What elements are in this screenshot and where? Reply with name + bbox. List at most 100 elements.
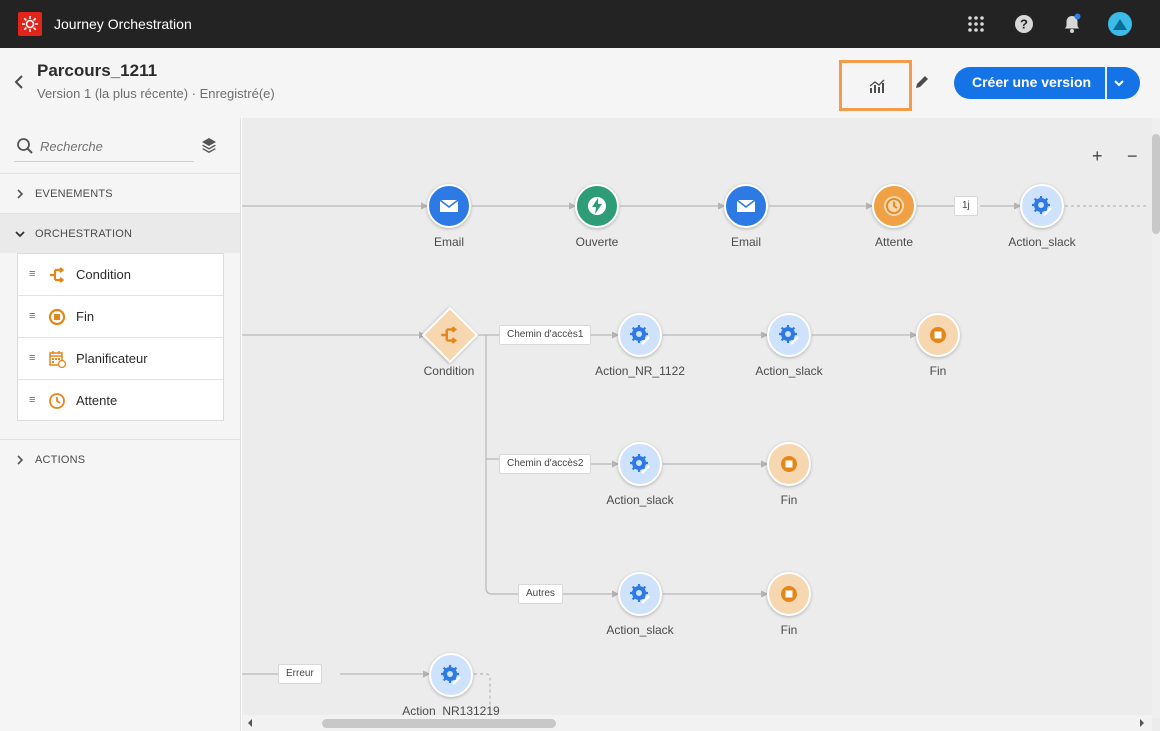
node-label: Condition — [423, 364, 475, 378]
wait-icon — [49, 393, 65, 409]
journey-title: Parcours_1211 — [37, 61, 158, 80]
adobe-logo-icon[interactable] — [18, 12, 42, 36]
journey-node-action[interactable] — [429, 653, 473, 697]
horizontal-scroll-thumb[interactable] — [322, 719, 556, 728]
report-button[interactable] — [839, 60, 912, 111]
svg-text:?: ? — [1020, 17, 1028, 32]
journey-node-action[interactable] — [767, 313, 811, 357]
condition-icon — [441, 326, 458, 344]
journey-node-end[interactable] — [916, 313, 960, 357]
node-label: Action_NR_1122 — [595, 364, 685, 378]
user-avatar-icon[interactable] — [1108, 12, 1132, 36]
search-box — [14, 130, 194, 162]
journey-node-action[interactable] — [1020, 184, 1064, 228]
chevron-right-icon — [17, 455, 24, 465]
drag-handle-icon[interactable]: ≡ — [29, 310, 35, 322]
app-title: Journey Orchestration — [54, 16, 192, 32]
end-icon — [930, 327, 946, 343]
email-icon — [736, 199, 756, 212]
action-gear-icon — [1032, 196, 1052, 216]
node-label: Email — [730, 235, 761, 249]
back-chevron-icon[interactable] — [12, 74, 26, 90]
journey-node-opened[interactable] — [575, 184, 619, 228]
action-gear-icon — [441, 665, 461, 685]
notifications-bell-icon[interactable] — [1060, 12, 1084, 36]
apps-grid-icon[interactable] — [964, 12, 988, 36]
journey-canvas[interactable]: + − Email Ouverte Email Attente 1j Actio… — [242, 118, 1160, 731]
help-icon[interactable]: ? — [1012, 12, 1036, 36]
journey-node-end[interactable] — [767, 572, 811, 616]
scroll-left-arrow-icon[interactable] — [246, 719, 254, 727]
wait-duration-pill[interactable]: 1j — [954, 196, 978, 216]
node-label: Email — [433, 235, 464, 249]
node-label: Action_slack — [755, 364, 823, 378]
action-gear-icon — [630, 584, 650, 604]
section-events-label: EVENEMENTS — [35, 188, 113, 200]
node-label: Action_slack — [606, 493, 674, 507]
journey-node-action[interactable] — [618, 572, 662, 616]
condition-path-pill[interactable]: Chemin d'accès1 — [499, 325, 592, 345]
section-actions-label: ACTIONS — [35, 454, 86, 466]
activity-palette-sidebar: EVENEMENTS ORCHESTRATION ≡ Condition ≡ F… — [0, 118, 241, 731]
node-label: Attente — [874, 235, 914, 249]
layers-icon[interactable] — [200, 136, 218, 154]
journey-node-email[interactable] — [427, 184, 471, 228]
cta-divider — [1105, 67, 1107, 99]
journey-node-action[interactable] — [618, 313, 662, 357]
node-label: Fin — [780, 493, 798, 507]
palette-item-label: Planificateur — [76, 351, 148, 366]
horizontal-scrollbar[interactable] — [242, 715, 1152, 731]
scheduler-icon — [49, 351, 66, 368]
action-gear-icon — [779, 325, 799, 345]
search-icon — [16, 137, 34, 155]
wait-icon — [884, 196, 904, 216]
node-label: Fin — [780, 623, 798, 637]
end-icon — [781, 586, 797, 602]
node-label: Ouverte — [575, 235, 619, 249]
section-actions[interactable]: ACTIONS — [0, 439, 240, 479]
section-events[interactable]: EVENEMENTS — [0, 173, 240, 213]
palette-item-label: Attente — [76, 393, 118, 408]
search-input[interactable] — [40, 136, 190, 156]
end-icon — [781, 456, 797, 472]
orchestration-items-list: ≡ Condition ≡ Fin ≡ Planificateur ≡ Atte… — [17, 253, 224, 421]
scroll-right-arrow-icon[interactable] — [1138, 719, 1146, 727]
journey-node-wait[interactable] — [872, 184, 916, 228]
action-gear-icon — [630, 454, 650, 474]
top-navigation-bar: Journey Orchestration ? — [0, 0, 1160, 48]
condition-icon — [50, 267, 65, 283]
end-icon — [48, 308, 66, 326]
edit-pencil-icon[interactable] — [912, 72, 932, 92]
journey-version-status: Version 1 (la plus récente) · Enregistré… — [37, 86, 275, 101]
journey-node-action[interactable] — [618, 442, 662, 486]
chevron-right-icon — [17, 189, 24, 199]
create-version-button[interactable]: Créer une version — [954, 67, 1140, 99]
vertical-scrollbar[interactable] — [1152, 118, 1160, 718]
drag-handle-icon[interactable]: ≡ — [29, 268, 35, 280]
journey-node-email[interactable] — [724, 184, 768, 228]
create-version-label: Créer une version — [972, 74, 1092, 90]
node-label: Fin — [929, 364, 947, 378]
drag-handle-icon[interactable]: ≡ — [29, 352, 35, 364]
event-lightning-icon — [588, 197, 606, 215]
condition-path-pill[interactable]: Autres — [518, 584, 563, 604]
vertical-scroll-thumb[interactable] — [1152, 134, 1160, 234]
section-orchestration[interactable]: ORCHESTRATION — [0, 213, 240, 253]
palette-item-end[interactable]: ≡ Fin — [18, 296, 223, 338]
journey-header: Parcours_1211 Version 1 (la plus récente… — [0, 48, 1160, 118]
chevron-down-icon[interactable] — [1111, 75, 1127, 91]
journey-node-end[interactable] — [767, 442, 811, 486]
section-orchestration-label: ORCHESTRATION — [35, 228, 133, 240]
email-icon — [439, 199, 459, 212]
palette-item-label: Fin — [76, 309, 95, 324]
palette-item-label: Condition — [76, 267, 131, 282]
drag-handle-icon[interactable]: ≡ — [29, 394, 35, 406]
chevron-down-icon — [15, 231, 25, 238]
palette-item-scheduler[interactable]: ≡ Planificateur — [18, 338, 223, 380]
action-gear-icon — [630, 325, 650, 345]
report-chart-icon — [869, 79, 885, 93]
palette-item-wait[interactable]: ≡ Attente — [18, 380, 223, 422]
condition-path-pill[interactable]: Chemin d'accès2 — [499, 454, 592, 474]
error-path-pill[interactable]: Erreur — [278, 664, 322, 684]
palette-item-condition[interactable]: ≡ Condition — [18, 254, 223, 296]
